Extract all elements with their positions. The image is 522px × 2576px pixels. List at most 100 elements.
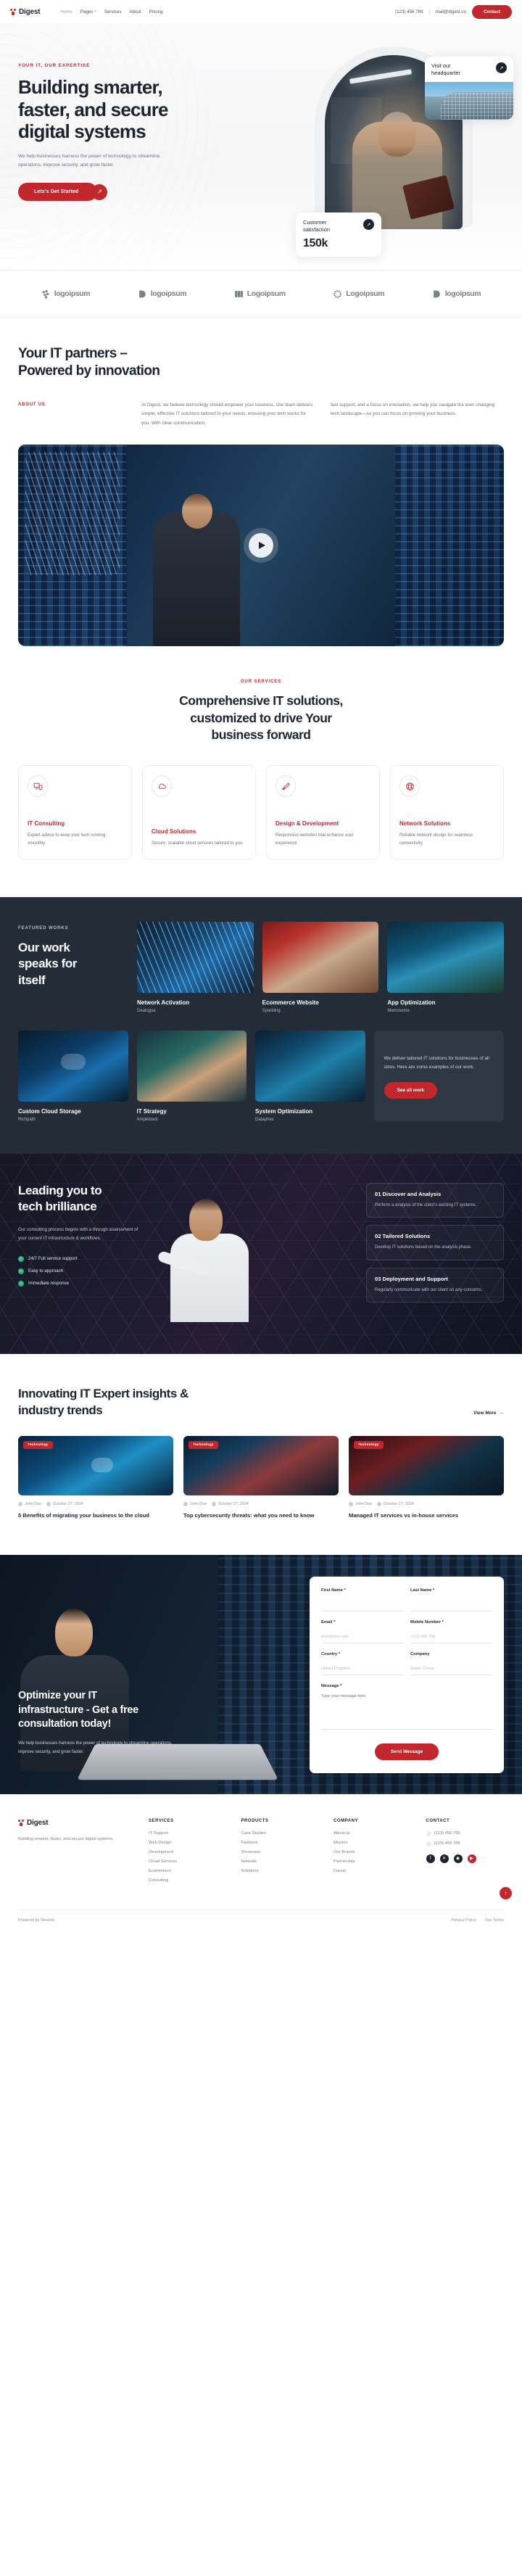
page-root: Digest Home Pages ▾ Services About Pricin…: [0, 0, 522, 1931]
message-field[interactable]: [321, 1691, 492, 1730]
nav-phone[interactable]: (123) 456 789: [395, 9, 423, 15]
work-tag: Metronome: [387, 1009, 410, 1014]
work-card[interactable]: System Optimization Dataphex: [255, 1031, 365, 1122]
footer-link[interactable]: Development: [149, 1850, 227, 1854]
footer-link[interactable]: Cloud Services: [149, 1859, 227, 1864]
footer-link[interactable]: Features: [241, 1841, 320, 1845]
terms-link[interactable]: Our Terms: [485, 1918, 504, 1923]
footer-phone[interactable]: (123) 456 789: [426, 1830, 505, 1836]
view-more-button[interactable]: View More →: [473, 1411, 504, 1419]
footer-link[interactable]: About us: [334, 1831, 412, 1836]
blog-card[interactable]: Technology John Doe October 27, 2024 Top…: [183, 1436, 339, 1519]
service-card-network-solutions[interactable]: Network Solutions Reliable network desig…: [390, 765, 504, 860]
work-card[interactable]: IT Strategy Ampleback: [136, 1031, 246, 1122]
footer-link[interactable]: Showcase: [241, 1850, 320, 1854]
nav-email[interactable]: mail@digest.co: [436, 9, 466, 15]
country-field[interactable]: [321, 1664, 403, 1675]
step-title: 03 Deployment and Support: [375, 1275, 448, 1282]
nav-item-pricing[interactable]: Pricing: [149, 9, 163, 15]
process-step[interactable]: 02 Tailored Solutions Develop IT solutio…: [366, 1225, 504, 1260]
footer-link[interactable]: Network: [241, 1859, 320, 1864]
brand-logo[interactable]: Digest: [10, 8, 41, 16]
services-grid: IT Consulting Expert advice to keep your…: [18, 765, 504, 860]
footer-column-company: COMPANY About us Mission Our Brands Part…: [334, 1819, 412, 1888]
footer-logo[interactable]: Digest: [18, 1819, 134, 1827]
blog-title: Innovating IT Expert insights & industry…: [18, 1386, 188, 1419]
work-thumbnail: [18, 1031, 128, 1102]
works-heading-block: FEATURED WORKS Our work speaks for itsel…: [18, 922, 127, 1013]
service-card-design-development[interactable]: Design & Development Responsive websites…: [266, 765, 380, 860]
client-logo: logoipsum: [432, 289, 481, 299]
cloud-icon: [152, 775, 172, 798]
process-subtitle: Our consulting process begins with a thr…: [18, 1226, 138, 1241]
process-title: Leading you to tech brilliance: [18, 1183, 140, 1215]
mobile-field[interactable]: [410, 1632, 492, 1643]
blog-card[interactable]: Technology John Doe October 27, 2024 Man…: [349, 1436, 504, 1519]
facebook-icon[interactable]: f: [426, 1854, 435, 1863]
blog-thumbnail: Technology: [349, 1436, 504, 1496]
card-title: Visit our headquarter: [431, 62, 492, 77]
footer-column-heading: PRODUCTS: [241, 1818, 269, 1823]
works-title-line: itself: [18, 973, 46, 987]
service-card-it-consulting[interactable]: IT Consulting Expert advice to keep your…: [18, 765, 132, 860]
last-name-input[interactable]: [410, 1600, 492, 1611]
footer-link[interactable]: Mission: [334, 1841, 412, 1845]
footer-link[interactable]: Our Brands: [334, 1850, 412, 1854]
youtube-icon[interactable]: ▶: [467, 1854, 476, 1863]
get-started-button[interactable]: Lets's Get Started: [18, 183, 98, 202]
cta-title-line: infrastructure - Get a free: [18, 1704, 138, 1716]
chevron-down-icon: ▾: [94, 9, 96, 13]
instagram-icon[interactable]: ◉: [453, 1854, 463, 1863]
footer-link[interactable]: Case Studies: [241, 1831, 320, 1836]
work-card[interactable]: App Optimization Metronome: [387, 922, 505, 1014]
about-paragraph-1: At Digest, we believe technology should …: [141, 402, 313, 426]
work-card[interactable]: Network Activation Dealogue: [137, 922, 254, 1013]
footer-link[interactable]: Partnership: [334, 1859, 412, 1864]
arrow-up-icon[interactable]: ↑: [500, 1886, 512, 1899]
nav-item-pages[interactable]: Pages ▾: [80, 9, 96, 15]
work-card[interactable]: Ecommerce Website Sparkling: [262, 922, 379, 1013]
nav-item-home[interactable]: Home: [60, 9, 72, 15]
footer-phone[interactable]: (123) 456 788: [426, 1841, 505, 1846]
blog-title-line: industry trends: [18, 1403, 103, 1417]
footer-link[interactable]: Career: [334, 1869, 412, 1873]
divider: [428, 8, 430, 15]
footer-link[interactable]: Consulting: [149, 1878, 227, 1883]
twitter-x-icon[interactable]: ✕: [439, 1854, 449, 1863]
footer-link[interactable]: Solutions: [241, 1869, 320, 1873]
footer-link[interactable]: Ecommerce: [149, 1869, 227, 1873]
about-video[interactable]: [18, 445, 504, 647]
step-title: 01 Discover and Analysis: [375, 1191, 442, 1198]
blog-card[interactable]: Technology John Doe October 27, 2024 5 B…: [18, 1436, 173, 1519]
work-card[interactable]: Custom Cloud Storage Richpath: [18, 1031, 128, 1122]
contact-button[interactable]: Contact: [471, 4, 512, 19]
user-icon: [349, 1502, 353, 1507]
service-card-cloud-solutions[interactable]: Cloud Solutions Secure, scalable cloud s…: [142, 765, 256, 860]
works-title-line: speaks for: [18, 957, 78, 971]
footer-link[interactable]: Web Design: [149, 1841, 227, 1845]
send-message-button[interactable]: Send Message: [374, 1743, 439, 1760]
services-title: Comprehensive IT solutions, customized t…: [18, 693, 504, 743]
see-all-work-button[interactable]: See all work: [384, 1081, 438, 1099]
blog-date: October 27, 2024: [212, 1502, 249, 1507]
footer-link[interactable]: IT Support: [149, 1831, 227, 1836]
nav-item-services[interactable]: Services: [104, 9, 122, 15]
services-title-line: customized to drive Your: [190, 710, 332, 725]
process-step[interactable]: 01 Discover and Analysis Perform a analy…: [366, 1183, 504, 1218]
service-desc: Responsive websites that enhance user ex…: [276, 832, 354, 846]
arrow-up-right-icon[interactable]: ↗: [91, 183, 108, 200]
privacy-policy-link[interactable]: Privacy Policy: [451, 1918, 476, 1923]
process-step[interactable]: 03 Deployment and Support Regularly comm…: [366, 1267, 504, 1303]
work-name: Ecommerce Website: [262, 999, 319, 1007]
footer-column-heading: SERVICES: [149, 1818, 174, 1823]
visit-headquarter-card[interactable]: Visit our headquarter ↗: [425, 57, 513, 120]
arrow-up-right-icon[interactable]: ↗: [496, 62, 507, 73]
hero-cta-group: Lets's Get Started ↗: [18, 183, 239, 202]
play-icon[interactable]: [249, 533, 273, 558]
arrow-up-right-icon[interactable]: ↗: [363, 219, 374, 231]
work-tag: Sparkling: [262, 1009, 281, 1014]
company-field[interactable]: [410, 1664, 492, 1675]
first-name-input[interactable]: [321, 1600, 403, 1611]
email-field[interactable]: [321, 1632, 403, 1643]
nav-item-about[interactable]: About: [129, 9, 141, 15]
